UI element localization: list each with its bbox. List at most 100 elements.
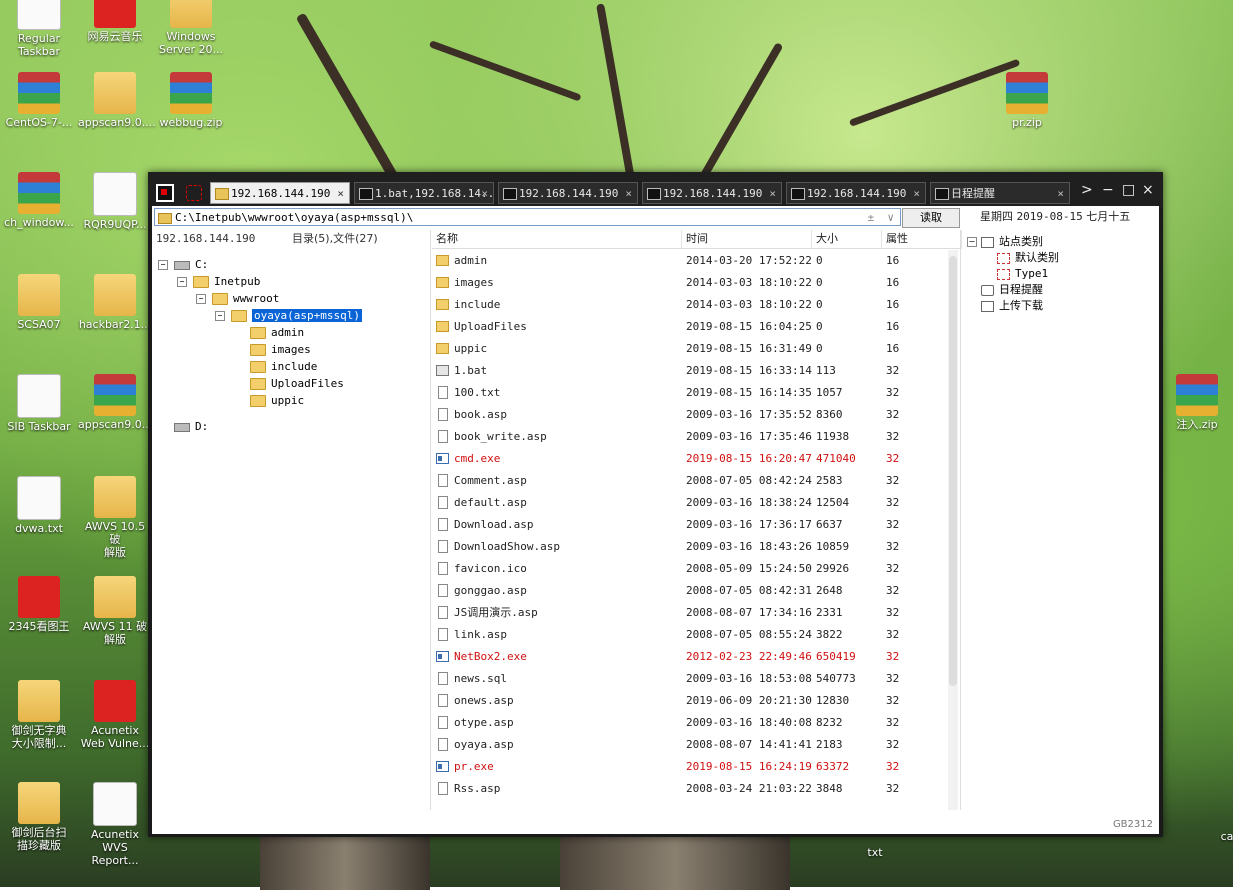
file-row[interactable]: UploadFiles 2019-08-15 16:04:25 0 16 [432,316,946,338]
file-row[interactable]: Download.asp 2009-03-16 17:36:17 6637 32 [432,514,946,536]
dropdown-icon[interactable]: ± ∨ [868,209,895,227]
file-row[interactable]: 100.txt 2019-08-15 16:14:35 1057 32 [432,382,946,404]
file-row[interactable]: 1.bat 2019-08-15 16:33:14 113 32 [432,360,946,382]
desktop-icon[interactable]: SIB Taskbar [2,374,76,433]
tree-node[interactable]: − oyaya(asp+mssql) [215,307,362,324]
desktop-icon[interactable]: 2345看图王 [2,576,76,633]
tab-close-icon[interactable]: × [625,183,632,203]
file-row[interactable]: oyaya.asp 2008-08-07 14:41:41 2183 32 [432,734,946,756]
category-item[interactable]: 日程提醒 [967,282,1043,298]
file-row[interactable]: favicon.ico 2008-05-09 15:24:50 29926 32 [432,558,946,580]
file-row[interactable]: include 2014-03-03 18:10:22 0 16 [432,294,946,316]
column-size[interactable]: 大小 [812,230,882,248]
tree-node[interactable]: images [234,341,311,358]
desktop-icon-label: 御剑后台扫 描珍藏版 [11,826,67,852]
file-row[interactable]: Rss.asp 2008-03-24 21:03:22 3848 32 [432,778,946,800]
tab[interactable]: 192.168.144.190 × [786,182,926,204]
file-row[interactable]: otype.asp 2009-03-16 18:40:08 8232 32 [432,712,946,734]
file-row[interactable]: link.asp 2008-07-05 08:55:24 3822 32 [432,624,946,646]
desktop-icon[interactable]: appscan9.0.... [78,374,156,431]
desktop-icon[interactable]: CentOS-7-... [2,72,76,129]
tree-node[interactable]: − C: [158,256,208,273]
file-row[interactable]: news.sql 2009-03-16 18:53:08 540773 32 [432,668,946,690]
collapse-icon[interactable]: − [215,311,225,321]
file-attr: 16 [886,254,900,267]
desktop-icon[interactable]: ca [1212,830,1233,843]
tab-close-icon[interactable]: × [913,183,920,203]
file-row[interactable]: gonggao.asp 2008-07-05 08:42:31 2648 32 [432,580,946,602]
tab-close-icon[interactable]: × [337,183,344,203]
tab-scroll-next-icon[interactable]: > [1081,182,1093,198]
category-item[interactable]: 默认类别 [997,250,1059,266]
column-attr[interactable]: 属性 [882,230,962,248]
tree-node[interactable]: admin [234,324,304,341]
record-icon[interactable] [186,185,202,201]
tab[interactable]: 192.168.144.190 × [210,182,350,204]
tab-close-icon[interactable]: × [481,183,488,203]
close-icon[interactable]: × [1142,182,1154,198]
file-row[interactable]: NetBox2.exe 2012-02-23 22:49:46 650419 32 [432,646,946,668]
category-item[interactable]: − 站点类别 [967,234,1043,250]
desktop-icon[interactable]: Windows Server 20... [154,0,228,56]
tab[interactable]: 192.168.144.190 × [642,182,782,204]
desktop-icon[interactable]: SCSA07 [2,274,76,331]
tree-node[interactable]: D: [158,418,208,435]
file-row[interactable]: book.asp 2009-03-16 17:35:52 8360 32 [432,404,946,426]
file-row[interactable]: images 2014-03-03 18:10:22 0 16 [432,272,946,294]
desktop-icon[interactable]: 网易云音乐 [78,0,152,43]
desktop-icon[interactable]: dvwa.txt [2,476,76,535]
maximize-icon[interactable]: □ [1122,182,1135,198]
desktop-icon[interactable]: AWVS 10.5 破 解版 [78,476,152,559]
collapse-icon[interactable]: − [196,294,206,304]
desktop-icon[interactable]: hackbar2.1... [78,274,152,331]
column-name[interactable]: 名称 [432,230,682,248]
file-row[interactable]: book_write.asp 2009-03-16 17:35:46 11938 32 [432,426,946,448]
tab-close-icon[interactable]: × [769,183,776,203]
file-row[interactable]: uppic 2019-08-15 16:31:49 0 16 [432,338,946,360]
desktop-icon[interactable]: Regular Taskbar [2,0,76,58]
category-item[interactable]: Type1 [997,266,1048,282]
file-list-scrollbar[interactable] [948,250,958,810]
desktop-icon[interactable]: 御剑无字典 大小限制... [2,680,76,750]
collapse-icon[interactable]: − [158,260,168,270]
collapse-icon[interactable]: − [177,277,187,287]
file-row[interactable]: admin 2014-03-20 17:52:22 0 16 [432,250,946,272]
read-button[interactable]: 读取 [902,208,960,228]
desktop-icon[interactable]: 御剑后台扫 描珍藏版 [2,782,76,852]
tree-node[interactable]: − wwwroot [196,290,279,307]
file-row[interactable]: Comment.asp 2008-07-05 08:42:24 2583 32 [432,470,946,492]
tab[interactable]: 日程提醒 × [930,182,1070,204]
column-time[interactable]: 时间 [682,230,812,248]
desktop-icon-label: RQR9UQP... [83,218,147,231]
file-row[interactable]: cmd.exe 2019-08-15 16:20:47 471040 32 [432,448,946,470]
scrollbar-thumb[interactable] [949,256,957,686]
minimize-icon[interactable]: − [1102,182,1114,198]
tab-close-icon[interactable]: × [1057,183,1064,203]
address-bar[interactable]: C:\Inetpub\wwwroot\oyaya(asp+mssql)\ ± ∨ [154,208,901,226]
tree-node[interactable]: uppic [234,392,304,409]
file-row[interactable]: pr.exe 2019-08-15 16:24:19 63372 32 [432,756,946,778]
tree-node[interactable]: − Inetpub [177,273,260,290]
desktop-icon[interactable]: webbug.zip [154,72,228,129]
tree-node[interactable]: include [234,358,317,375]
desktop-icon[interactable]: pr.zip [990,72,1064,129]
rar-icon [1176,374,1218,416]
file-row[interactable]: JS调用演示.asp 2008-08-07 17:34:16 2331 32 [432,602,946,624]
tree-node[interactable]: UploadFiles [234,375,344,392]
tab[interactable]: 192.168.144.190 × [498,182,638,204]
collapse-icon[interactable]: − [967,237,977,247]
desktop-icon[interactable]: AWVS 11 破 解版 [78,576,152,646]
file-row[interactable]: onews.asp 2019-06-09 20:21:30 12830 32 [432,690,946,712]
desktop-icon[interactable]: Acunetix Web Vulne... [78,680,152,750]
desktop-icon[interactable]: appscan9.0.... [78,72,156,129]
desktop-icon[interactable]: ch_window... [2,172,76,229]
desktop-icon[interactable]: Acunetix WVS Report... [78,782,152,867]
desktop-icon[interactable]: txt [838,846,912,859]
tab[interactable]: 1.bat,192.168.14... × [354,182,494,204]
file-row[interactable]: DownloadShow.asp 2009-03-16 18:43:26 10859… [432,536,946,558]
desktop-icon[interactable]: 注入.zip [1160,374,1233,431]
file-row[interactable]: default.asp 2009-03-16 18:38:24 12504 32 [432,492,946,514]
desktop-icon[interactable]: RQR9UQP... [78,172,152,231]
category-item[interactable]: 上传下载 [967,298,1043,314]
app-icon[interactable] [156,184,174,202]
